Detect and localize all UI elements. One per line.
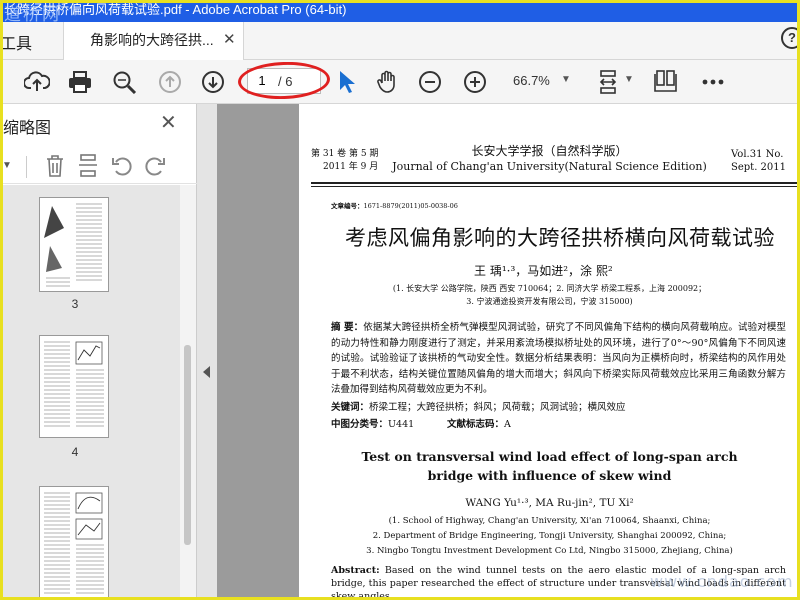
affiliations-en: (1. School of Highway, Chang'an Universi… (299, 514, 800, 559)
window-title-bar: 长跨径拱桥偏向风荷载试验.pdf - Adobe Acrobat Pro (64… (0, 0, 800, 22)
scrollbar-thumb[interactable] (184, 345, 191, 545)
keywords-cn: 关键词：桥梁工程；大跨径拱桥；斜风；风荷载；风洞试验；横风效应 (331, 399, 786, 413)
volume-en: Vol.31 No. Sept. 2011 (731, 148, 786, 174)
classification-label: 中图分类号： (331, 419, 389, 430)
toolbar-divider (26, 156, 27, 178)
tab-bar: 工具 角影响的大跨径拱... ✕ (0, 22, 800, 60)
keywords-label: 关键词： (331, 402, 370, 413)
delete-page-icon[interactable] (44, 154, 66, 178)
affiliation-en-line: 3. Ningbo Tongtu Investment Development … (366, 546, 733, 556)
article-number-value: 1671-8879(2011)05-0038-06 (363, 202, 458, 210)
previous-page-icon[interactable] (158, 70, 184, 94)
fit-page-icon[interactable] (598, 70, 624, 94)
abstract-cn: 摘 要：依据某大跨径拱桥全桥气弹模型风洞试验，研究了不同风偏角下结构的横向风荷载… (331, 320, 786, 398)
zoom-dropdown-icon[interactable]: ▼ (561, 74, 571, 85)
affiliation-cn-line: (1. 长安大学 公路学院，陕西 西安 710064；2. 同济大学 桥梁工程系… (392, 284, 707, 293)
article-number-label: 文章编号： (331, 202, 364, 210)
document-code-value: A (504, 419, 511, 430)
options-dropdown-icon[interactable]: ▼ (2, 160, 12, 171)
affiliation-cn-line: 3. 宁波通途投资开发有限公司，宁波 315000) (466, 297, 633, 306)
panel-collapse-strip[interactable] (197, 104, 217, 600)
tab-tools[interactable]: 工具 (0, 30, 32, 54)
document-canvas: 第 31 卷 第 5 期 2011 年 9 月 长安大学学报（自然科学版） Jo… (217, 104, 800, 600)
zoom-out-icon[interactable] (418, 70, 444, 94)
next-page-icon[interactable] (201, 70, 227, 94)
close-panel-icon[interactable]: ✕ (160, 110, 177, 135)
thumbnail-panel: 缩略图 ✕ ▼ 3 4 (0, 104, 197, 600)
volume-en-line: Vol.31 No. (731, 149, 784, 160)
affiliation-en-line: 2. Department of Bridge Engineering, Ton… (372, 531, 727, 541)
watermark-bottom: www.cndao.com (650, 572, 794, 591)
thumbnail-toolbar: ▼ (0, 148, 197, 184)
thumbnail-label: 3 (71, 297, 79, 311)
print-icon[interactable] (67, 70, 93, 94)
classification-value: U441 (388, 419, 415, 430)
two-page-view-icon[interactable] (653, 70, 679, 94)
thumbnail-list: 3 4 (0, 185, 180, 600)
thumbnail-label: 4 (71, 445, 79, 459)
document-code: 文献标志码：A (447, 416, 511, 430)
abstract-cn-text: 依据某大跨径拱桥全桥气弹模型风洞试验，研究了不同风偏角下结构的横向风荷载响应。试… (331, 322, 786, 395)
authors-en: WANG Yu¹·³, MA Ru-jin², TU Xi² (465, 497, 634, 509)
main-toolbar: / 6 66.7% ▼ ▼ (0, 60, 800, 104)
document-code-label: 文献标志码： (447, 419, 505, 430)
title-en-line: Test on transversal wind load effect of … (361, 449, 738, 464)
zoom-level[interactable]: 66.7% (513, 73, 550, 88)
pdf-page: 第 31 卷 第 5 期 2011 年 9 月 长安大学学报（自然科学版） Jo… (299, 104, 800, 600)
tab-document-label: 角影响的大跨径拱... (90, 32, 214, 48)
hand-tool-icon[interactable] (375, 70, 401, 94)
page-thumbnail-3[interactable] (39, 197, 109, 292)
title-cn: 考虑风偏角影响的大跨径拱桥横向风荷载试验 (345, 226, 775, 250)
page-thumbnail-4[interactable] (39, 335, 109, 438)
title-en-line: bridge with influence of skew wind (427, 468, 672, 483)
insert-page-icon[interactable] (77, 154, 99, 178)
collapse-arrow-icon[interactable] (203, 366, 210, 378)
abstract-en-label: Abstract: (331, 565, 380, 576)
date-en-line: Sept. 2011 (731, 162, 786, 173)
tab-close-icon[interactable]: ✕ (223, 30, 236, 48)
zoom-in-icon[interactable] (463, 70, 489, 94)
rotate-left-icon[interactable] (111, 154, 133, 178)
help-icon[interactable]: ? (781, 27, 800, 49)
thumbnail-scrollbar[interactable] (180, 185, 196, 600)
fit-dropdown-icon[interactable]: ▼ (624, 74, 634, 85)
header-rule-thin (311, 186, 800, 187)
journal-name-en: Journal of Chang'an University(Natural S… (392, 160, 707, 173)
more-options-icon[interactable] (700, 70, 726, 94)
affiliations-cn: (1. 长安大学 公路学院，陕西 西安 710064；2. 同济大学 桥梁工程系… (299, 282, 800, 308)
header-rule (311, 182, 800, 184)
title-en: Test on transversal wind load effect of … (299, 447, 800, 485)
select-cursor-icon[interactable] (336, 70, 362, 94)
red-highlight-oval (237, 60, 331, 101)
zoom-search-icon[interactable] (112, 70, 138, 94)
thumbnail-panel-title: 缩略图 (3, 120, 52, 137)
abstract-cn-label: 摘 要： (331, 322, 364, 333)
journal-name-cn: 长安大学学报（自然科学版） (471, 144, 628, 158)
classification-cn: 中图分类号：U441 文献标志码：A (331, 416, 786, 430)
keywords-text: 桥梁工程；大跨径拱桥；斜风；风荷载；风洞试验；横风效应 (369, 402, 626, 413)
authors-cn: 王 瑀¹·³，马如进²，涂 熙² (474, 264, 613, 278)
article-number: 文章编号：1671-8879(2011)05-0038-06 (331, 200, 458, 210)
page-thumbnail-5[interactable] (39, 486, 109, 600)
affiliation-en-line: (1. School of Highway, Chang'an Universi… (388, 516, 711, 526)
rotate-right-icon[interactable] (144, 154, 166, 178)
tab-document[interactable]: 角影响的大跨径拱... (63, 22, 244, 60)
cloud-upload-icon[interactable] (24, 70, 50, 94)
